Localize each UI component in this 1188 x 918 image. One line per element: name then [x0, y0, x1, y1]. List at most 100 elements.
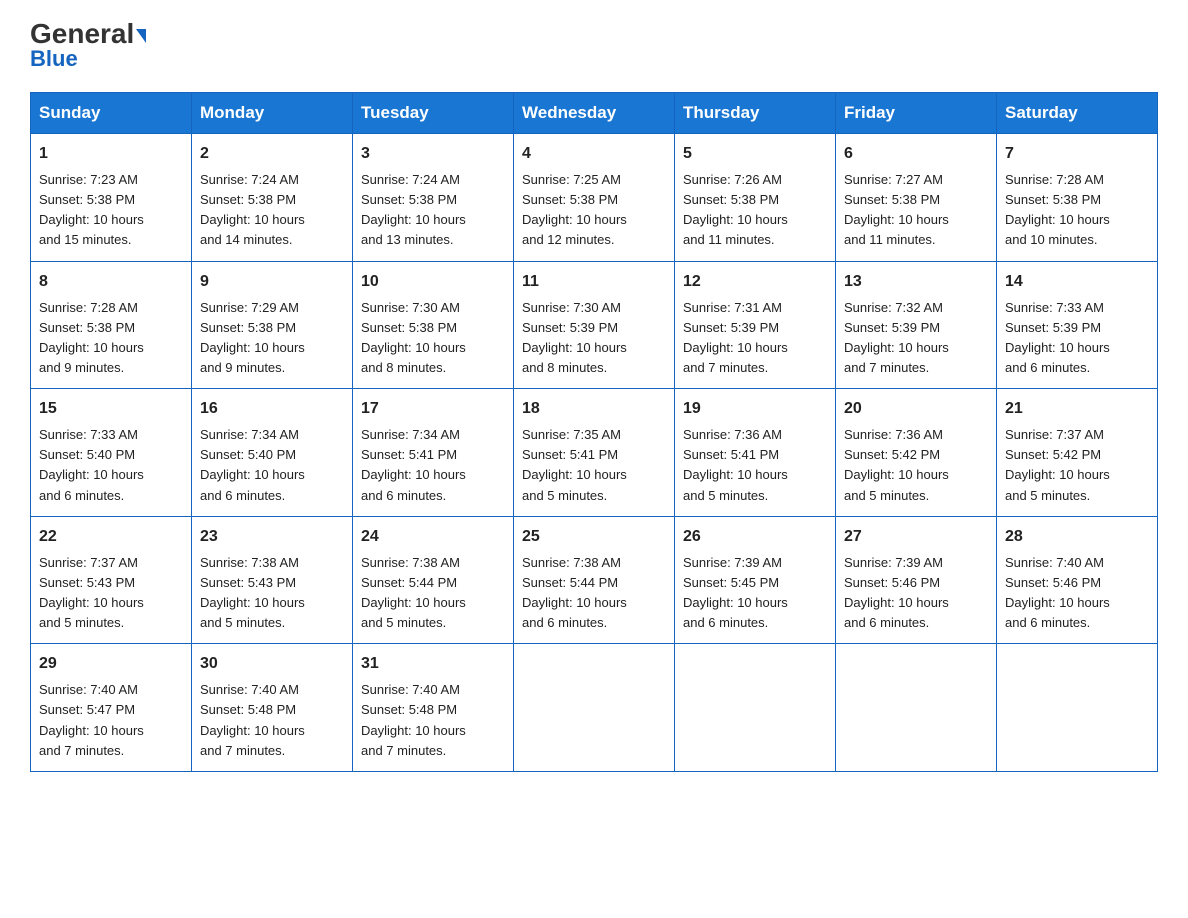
day-number: 4 — [522, 142, 666, 166]
day-number: 5 — [683, 142, 827, 166]
calendar-cell: 25 Sunrise: 7:38 AMSunset: 5:44 PMDayligh… — [514, 516, 675, 644]
day-number: 22 — [39, 525, 183, 549]
day-number: 3 — [361, 142, 505, 166]
day-info: Sunrise: 7:37 AMSunset: 5:42 PMDaylight:… — [1005, 425, 1149, 506]
calendar-week-row: 15Sunrise: 7:33 AMSunset: 5:40 PMDayligh… — [31, 389, 1158, 517]
day-info: Sunrise: 7:36 AMSunset: 5:41 PMDaylight:… — [683, 425, 827, 506]
day-number: 23 — [200, 525, 344, 549]
calendar-cell: 24 Sunrise: 7:38 AMSunset: 5:44 PMDayligh… — [353, 516, 514, 644]
calendar-cell: 18Sunrise: 7:35 AMSunset: 5:41 PMDayligh… — [514, 389, 675, 517]
calendar-cell — [675, 644, 836, 772]
calendar-cell: 31 Sunrise: 7:40 AMSunset: 5:48 PMDayligh… — [353, 644, 514, 772]
day-number: 31 — [361, 652, 505, 676]
day-number: 28 — [1005, 525, 1149, 549]
day-info: Sunrise: 7:38 AMSunset: 5:43 PMDaylight:… — [200, 553, 344, 634]
calendar-cell: 1Sunrise: 7:23 AMSunset: 5:38 PMDaylight… — [31, 134, 192, 262]
day-number: 26 — [683, 525, 827, 549]
day-number: 11 — [522, 270, 666, 294]
day-info: Sunrise: 7:28 AMSunset: 5:38 PMDaylight:… — [1005, 170, 1149, 251]
calendar-cell — [836, 644, 997, 772]
day-info: Sunrise: 7:26 AMSunset: 5:38 PMDaylight:… — [683, 170, 827, 251]
logo-triangle-icon — [136, 29, 146, 43]
day-number: 8 — [39, 270, 183, 294]
day-number: 29 — [39, 652, 183, 676]
calendar-week-row: 22 Sunrise: 7:37 AMSunset: 5:43 PMDayligh… — [31, 516, 1158, 644]
day-number: 2 — [200, 142, 344, 166]
calendar-cell: 14Sunrise: 7:33 AMSunset: 5:39 PMDayligh… — [997, 261, 1158, 389]
day-number: 12 — [683, 270, 827, 294]
day-info: Sunrise: 7:34 AMSunset: 5:41 PMDaylight:… — [361, 425, 505, 506]
calendar-cell: 22 Sunrise: 7:37 AMSunset: 5:43 PMDayligh… — [31, 516, 192, 644]
day-info: Sunrise: 7:31 AMSunset: 5:39 PMDaylight:… — [683, 298, 827, 379]
calendar-week-row: 1Sunrise: 7:23 AMSunset: 5:38 PMDaylight… — [31, 134, 1158, 262]
day-number: 30 — [200, 652, 344, 676]
header-tuesday: Tuesday — [353, 93, 514, 134]
day-info: Sunrise: 7:40 AMSunset: 5:47 PMDaylight:… — [39, 680, 183, 761]
day-info: Sunrise: 7:24 AMSunset: 5:38 PMDaylight:… — [361, 170, 505, 251]
header-saturday: Saturday — [997, 93, 1158, 134]
page-header: General Blue — [30, 20, 1158, 72]
calendar-cell: 8 Sunrise: 7:28 AMSunset: 5:38 PMDaylight… — [31, 261, 192, 389]
header-wednesday: Wednesday — [514, 93, 675, 134]
calendar-cell: 28 Sunrise: 7:40 AMSunset: 5:46 PMDayligh… — [997, 516, 1158, 644]
day-info: Sunrise: 7:35 AMSunset: 5:41 PMDaylight:… — [522, 425, 666, 506]
calendar-cell: 20 Sunrise: 7:36 AMSunset: 5:42 PMDayligh… — [836, 389, 997, 517]
calendar-table: SundayMondayTuesdayWednesdayThursdayFrid… — [30, 92, 1158, 772]
day-info: Sunrise: 7:38 AMSunset: 5:44 PMDaylight:… — [361, 553, 505, 634]
calendar-cell: 3 Sunrise: 7:24 AMSunset: 5:38 PMDaylight… — [353, 134, 514, 262]
day-info: Sunrise: 7:34 AMSunset: 5:40 PMDaylight:… — [200, 425, 344, 506]
calendar-cell: 23 Sunrise: 7:38 AMSunset: 5:43 PMDayligh… — [192, 516, 353, 644]
calendar-cell: 12 Sunrise: 7:31 AMSunset: 5:39 PMDayligh… — [675, 261, 836, 389]
day-info: Sunrise: 7:36 AMSunset: 5:42 PMDaylight:… — [844, 425, 988, 506]
header-monday: Monday — [192, 93, 353, 134]
logo-general: General — [30, 20, 146, 48]
calendar-cell: 17Sunrise: 7:34 AMSunset: 5:41 PMDayligh… — [353, 389, 514, 517]
day-info: Sunrise: 7:24 AMSunset: 5:38 PMDaylight:… — [200, 170, 344, 251]
day-info: Sunrise: 7:40 AMSunset: 5:48 PMDaylight:… — [361, 680, 505, 761]
day-number: 13 — [844, 270, 988, 294]
calendar-header-row: SundayMondayTuesdayWednesdayThursdayFrid… — [31, 93, 1158, 134]
day-info: Sunrise: 7:30 AMSunset: 5:39 PMDaylight:… — [522, 298, 666, 379]
day-number: 19 — [683, 397, 827, 421]
calendar-cell — [997, 644, 1158, 772]
day-info: Sunrise: 7:39 AMSunset: 5:45 PMDaylight:… — [683, 553, 827, 634]
day-number: 14 — [1005, 270, 1149, 294]
calendar-week-row: 29 Sunrise: 7:40 AMSunset: 5:47 PMDayligh… — [31, 644, 1158, 772]
day-info: Sunrise: 7:39 AMSunset: 5:46 PMDaylight:… — [844, 553, 988, 634]
calendar-cell: 29 Sunrise: 7:40 AMSunset: 5:47 PMDayligh… — [31, 644, 192, 772]
day-number: 10 — [361, 270, 505, 294]
day-info: Sunrise: 7:29 AMSunset: 5:38 PMDaylight:… — [200, 298, 344, 379]
calendar-cell: 11 Sunrise: 7:30 AMSunset: 5:39 PMDayligh… — [514, 261, 675, 389]
day-info: Sunrise: 7:40 AMSunset: 5:46 PMDaylight:… — [1005, 553, 1149, 634]
day-number: 25 — [522, 525, 666, 549]
calendar-cell: 7Sunrise: 7:28 AMSunset: 5:38 PMDaylight… — [997, 134, 1158, 262]
day-number: 20 — [844, 397, 988, 421]
day-info: Sunrise: 7:40 AMSunset: 5:48 PMDaylight:… — [200, 680, 344, 761]
day-info: Sunrise: 7:30 AMSunset: 5:38 PMDaylight:… — [361, 298, 505, 379]
day-info: Sunrise: 7:37 AMSunset: 5:43 PMDaylight:… — [39, 553, 183, 634]
logo: General Blue — [30, 20, 146, 72]
calendar-cell: 6Sunrise: 7:27 AMSunset: 5:38 PMDaylight… — [836, 134, 997, 262]
day-info: Sunrise: 7:23 AMSunset: 5:38 PMDaylight:… — [39, 170, 183, 251]
day-number: 21 — [1005, 397, 1149, 421]
day-number: 15 — [39, 397, 183, 421]
day-info: Sunrise: 7:38 AMSunset: 5:44 PMDaylight:… — [522, 553, 666, 634]
day-info: Sunrise: 7:32 AMSunset: 5:39 PMDaylight:… — [844, 298, 988, 379]
day-number: 27 — [844, 525, 988, 549]
calendar-cell: 26 Sunrise: 7:39 AMSunset: 5:45 PMDayligh… — [675, 516, 836, 644]
calendar-cell: 2 Sunrise: 7:24 AMSunset: 5:38 PMDaylight… — [192, 134, 353, 262]
header-thursday: Thursday — [675, 93, 836, 134]
day-number: 16 — [200, 397, 344, 421]
calendar-cell: 9Sunrise: 7:29 AMSunset: 5:38 PMDaylight… — [192, 261, 353, 389]
day-info: Sunrise: 7:28 AMSunset: 5:38 PMDaylight:… — [39, 298, 183, 379]
calendar-cell — [514, 644, 675, 772]
day-number: 6 — [844, 142, 988, 166]
calendar-cell: 27 Sunrise: 7:39 AMSunset: 5:46 PMDayligh… — [836, 516, 997, 644]
logo-blue: Blue — [30, 46, 78, 72]
calendar-week-row: 8 Sunrise: 7:28 AMSunset: 5:38 PMDaylight… — [31, 261, 1158, 389]
header-sunday: Sunday — [31, 93, 192, 134]
header-friday: Friday — [836, 93, 997, 134]
calendar-cell: 16 Sunrise: 7:34 AMSunset: 5:40 PMDayligh… — [192, 389, 353, 517]
day-number: 24 — [361, 525, 505, 549]
calendar-cell: 13 Sunrise: 7:32 AMSunset: 5:39 PMDayligh… — [836, 261, 997, 389]
